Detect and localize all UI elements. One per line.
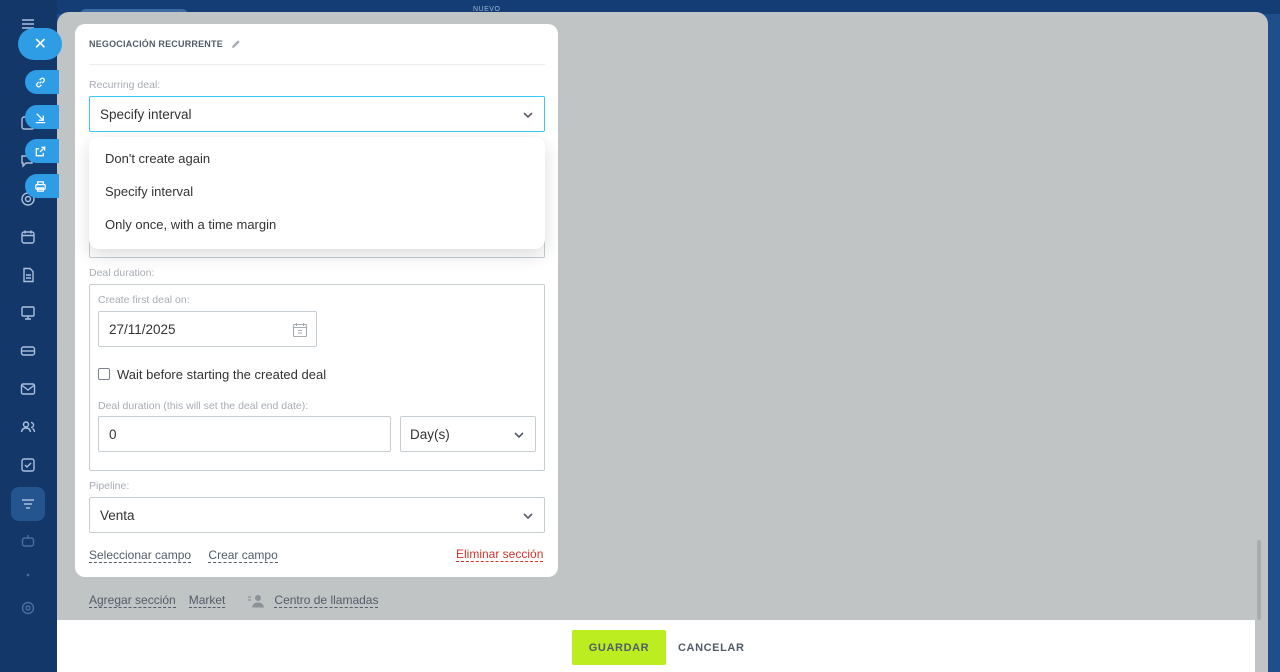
close-icon: ✕: [33, 36, 47, 53]
recurring-deal-label: Recurring deal:: [89, 79, 161, 91]
print-icon: [35, 180, 46, 192]
dropdown-option-only-once[interactable]: Only once, with a time margin: [105, 217, 276, 232]
calendar-icon[interactable]: [292, 322, 308, 338]
robot-icon[interactable]: [19, 532, 37, 550]
download-icon: [35, 112, 46, 123]
delete-section-link[interactable]: Eliminar sección: [456, 548, 544, 562]
market-link[interactable]: Market: [188, 594, 226, 608]
card-field-links: Seleccionar campo Crear campo: [89, 548, 292, 563]
chevron-down-icon: [514, 432, 524, 439]
deal-duration-input[interactable]: 0: [98, 416, 391, 452]
calendar-icon[interactable]: [19, 228, 37, 246]
select-field-link[interactable]: Seleccionar campo: [89, 549, 192, 563]
scrollbar[interactable]: [1257, 540, 1261, 620]
chevron-down-icon: [523, 513, 533, 520]
pipeline-value: Venta: [100, 507, 135, 523]
dropdown-option-dont-create[interactable]: Don't create again: [105, 151, 210, 166]
create-first-deal-date-input[interactable]: 27/11/2025: [98, 311, 317, 347]
deal-duration-label: Deal duration:: [89, 267, 155, 279]
create-first-deal-date-value: 27/11/2025: [109, 321, 176, 337]
call-center-icon: [248, 595, 265, 608]
deal-duration-length-label: Deal duration (this will set the deal en…: [98, 400, 309, 412]
close-slider-button[interactable]: ✕: [18, 28, 62, 60]
section-actions: Agregar sección Market Centro de llamada…: [89, 594, 379, 608]
dots-icon[interactable]: [19, 566, 37, 584]
settings-icon[interactable]: [19, 599, 37, 617]
wait-before-start-label[interactable]: Wait before starting the created deal: [117, 367, 326, 382]
print-button[interactable]: [25, 174, 59, 198]
filter-icon[interactable]: [19, 495, 37, 513]
card-title: NEGOCIACIÓN RECURRENTE: [89, 39, 241, 49]
recurring-deal-value: Specify interval: [100, 106, 192, 122]
cancel-button[interactable]: CANCELAR: [678, 630, 745, 665]
card-divider: [89, 64, 545, 65]
left-navigation-rail: [0, 0, 57, 672]
copy-link-button[interactable]: [25, 70, 59, 94]
link-icon: [36, 77, 45, 87]
call-center-link[interactable]: Centro de llamadas: [274, 594, 379, 608]
task-icon[interactable]: [19, 456, 37, 474]
create-field-link[interactable]: Crear campo: [208, 549, 278, 563]
download-button[interactable]: [25, 105, 59, 129]
add-section-link[interactable]: Agregar sección: [89, 594, 176, 608]
recurring-deal-select[interactable]: Specify interval: [89, 96, 545, 132]
wait-before-start-checkbox[interactable]: [98, 368, 110, 380]
card-icon[interactable]: [19, 342, 37, 360]
pipeline-label: Pipeline:: [89, 480, 130, 492]
save-button[interactable]: GUARDAR: [572, 630, 666, 665]
presentation-icon[interactable]: [19, 304, 37, 322]
pencil-icon[interactable]: [231, 39, 241, 49]
chevron-down-icon: [523, 112, 533, 119]
document-icon[interactable]: [19, 266, 37, 284]
open-new-window-button[interactable]: [25, 139, 59, 163]
deal-duration-value: 0: [109, 426, 117, 442]
duration-unit-select[interactable]: Day(s): [400, 416, 536, 452]
users-icon[interactable]: [19, 418, 37, 436]
external-link-icon: [35, 146, 46, 156]
create-first-deal-label: Create first deal on:: [98, 294, 190, 306]
recurring-deal-dropdown: Don't create again Specify interval Only…: [89, 137, 545, 249]
section-title: NEGOCIACIÓN RECURRENTE: [89, 39, 223, 49]
duration-unit-value: Day(s): [410, 426, 450, 442]
mail-icon[interactable]: [19, 380, 37, 398]
pipeline-select[interactable]: Venta: [89, 497, 545, 533]
dropdown-option-specify-interval[interactable]: Specify interval: [105, 184, 193, 199]
